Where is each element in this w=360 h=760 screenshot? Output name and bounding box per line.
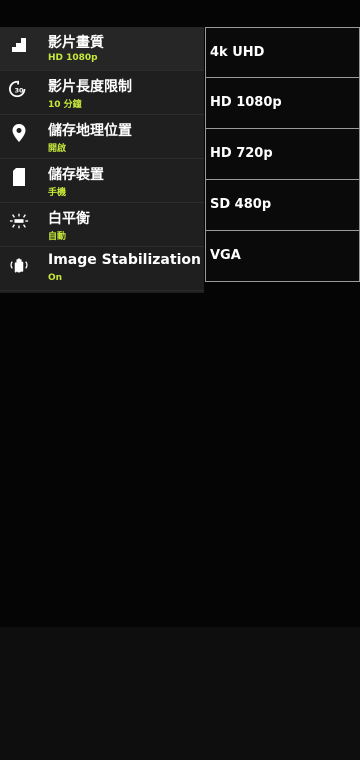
- video-settings-menu: 影片畫質 HD 1080p 30 影片長度限制 10 分鐘 儲存地理位置 開啟: [0, 27, 204, 293]
- setting-value: 開啟: [48, 144, 67, 154]
- sd-card-icon: [9, 167, 29, 187]
- option-label: 4k UHD: [210, 45, 265, 60]
- option-label: SD 480p: [210, 197, 272, 212]
- setting-title: 白平衡: [48, 211, 90, 227]
- option-label: HD 720p: [210, 146, 273, 161]
- option-label: VGA: [210, 248, 241, 263]
- setting-video-duration[interactable]: 30 影片長度限制 10 分鐘: [0, 71, 204, 115]
- quality-option-sd-480p[interactable]: SD 480p: [205, 180, 360, 231]
- setting-value: 自動: [48, 232, 67, 242]
- setting-title: 儲存地理位置: [48, 123, 132, 139]
- setting-title: 影片畫質: [48, 35, 104, 51]
- hand-stabilization-icon: [9, 255, 29, 275]
- setting-title: Image Stabilization: [48, 252, 201, 268]
- timer-icon-text: 30: [15, 88, 24, 95]
- video-quality-options: 4k UHD HD 1080p HD 720p SD 480p VGA: [205, 27, 360, 282]
- white-balance-icon: [9, 211, 29, 231]
- setting-value: 手機: [48, 188, 67, 198]
- quality-option-4k-uhd[interactable]: 4k UHD: [205, 27, 360, 78]
- setting-title: 影片長度限制: [48, 79, 132, 95]
- setting-storage-device[interactable]: 儲存裝置 手機: [0, 159, 204, 203]
- setting-title: 儲存裝置: [48, 167, 104, 183]
- quality-option-hd-1080p[interactable]: HD 1080p: [205, 78, 360, 129]
- setting-video-quality[interactable]: 影片畫質 HD 1080p: [0, 27, 204, 71]
- video-quality-icon: [9, 35, 29, 55]
- camera-control-bar: [0, 627, 360, 760]
- quality-option-vga[interactable]: VGA: [205, 231, 360, 282]
- setting-white-balance[interactable]: 白平衡 自動: [0, 203, 204, 247]
- setting-value: On: [48, 273, 63, 283]
- option-label: HD 1080p: [210, 95, 282, 110]
- setting-image-stabilization[interactable]: Image Stabilization On: [0, 247, 204, 291]
- setting-save-location[interactable]: 儲存地理位置 開啟: [0, 115, 204, 159]
- setting-value: HD 1080p: [48, 53, 98, 63]
- location-pin-icon: [9, 123, 29, 143]
- setting-value: 10 分鐘: [48, 100, 82, 110]
- quality-option-hd-720p[interactable]: HD 720p: [205, 129, 360, 180]
- video-duration-timer-icon: 30: [9, 79, 29, 99]
